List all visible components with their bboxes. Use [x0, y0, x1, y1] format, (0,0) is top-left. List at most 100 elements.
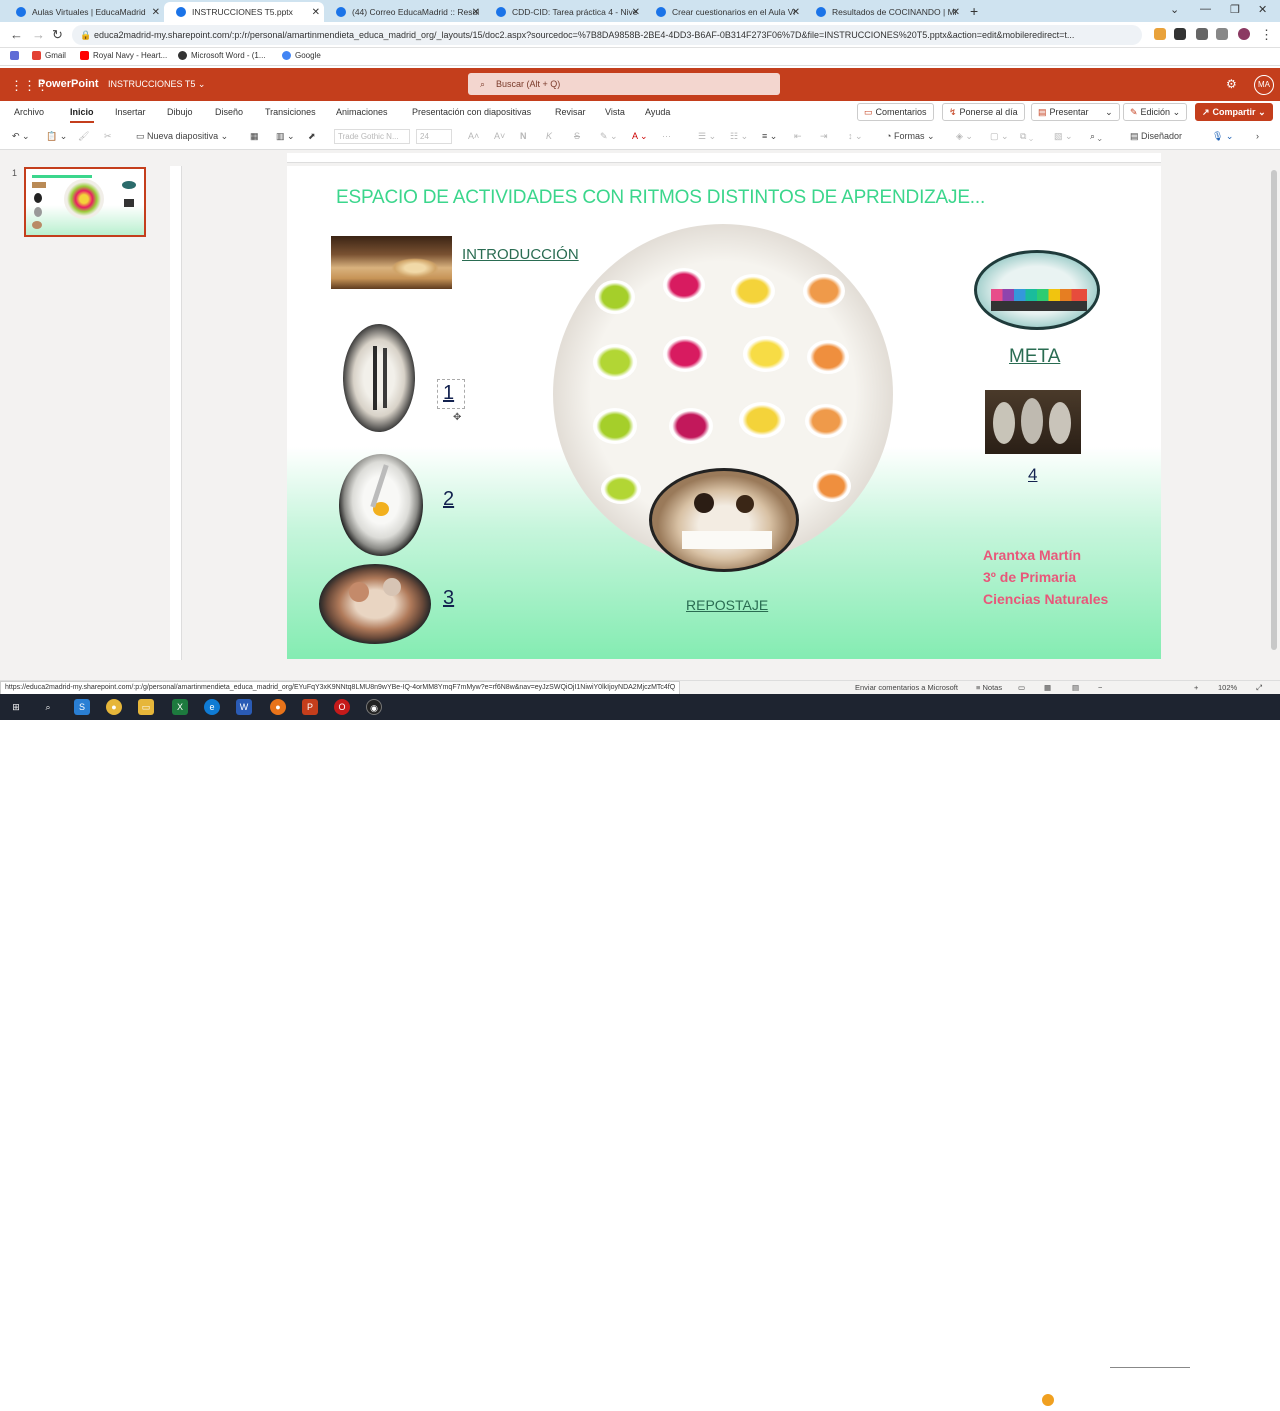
- zoom-in-icon[interactable]: +: [1194, 683, 1198, 692]
- activity-link-2[interactable]: 2: [443, 488, 454, 511]
- line-spacing-icon[interactable]: ↕ ⌄: [848, 131, 863, 142]
- intro-link[interactable]: INTRODUCCIÓN: [462, 246, 579, 263]
- tab-presentacion[interactable]: Presentación con diapositivas: [412, 107, 531, 117]
- back-icon[interactable]: ←: [10, 27, 23, 42]
- author-credit[interactable]: Arantxa Martín 3º de Primaria Ciencias N…: [983, 544, 1108, 610]
- avatar[interactable]: MA: [1254, 75, 1274, 95]
- browser-tab-active[interactable]: INSTRUCCIONES T5.pptx ✕: [164, 2, 324, 22]
- app-name[interactable]: PowerPoint: [38, 78, 99, 90]
- activity-link-1[interactable]: 1: [443, 382, 454, 405]
- fit-slide-icon[interactable]: ⤢: [1256, 683, 1262, 693]
- meta-link[interactable]: META: [1009, 346, 1060, 368]
- font-name-select[interactable]: Trade Gothic N...: [334, 129, 410, 144]
- zoom-slider[interactable]: [1110, 1367, 1190, 1368]
- undo-icon[interactable]: ↶ ⌄: [12, 131, 30, 142]
- activity-link-4[interactable]: 4: [1028, 465, 1037, 485]
- minimize-icon[interactable]: —: [1200, 3, 1211, 15]
- weather-text[interactable]: 27°C Soleado: [1062, 1396, 1111, 1405]
- tab-transiciones[interactable]: Transiciones: [265, 107, 316, 117]
- feedback-link[interactable]: Enviar comentarios a Microsoft: [855, 683, 958, 692]
- media-icon[interactable]: [1196, 28, 1208, 40]
- arrange-icon[interactable]: ⧉ ⌄: [1020, 131, 1033, 142]
- tab-ayuda[interactable]: Ayuda: [645, 107, 670, 117]
- tab-diseno[interactable]: Diseño: [215, 107, 243, 117]
- obs-icon[interactable]: ◉: [366, 699, 382, 715]
- restore-icon[interactable]: ❐: [1230, 3, 1240, 16]
- search-icon[interactable]: ⌕: [40, 699, 56, 715]
- children-photo[interactable]: [649, 468, 799, 572]
- gear-icon[interactable]: ⚙: [1226, 77, 1237, 91]
- find-icon[interactable]: ⌕ ⌄: [1090, 131, 1102, 142]
- clock-time[interactable]: 20:04: [1212, 1391, 1232, 1400]
- extension-icon[interactable]: [1154, 28, 1166, 40]
- activity-link-3[interactable]: 3: [443, 587, 454, 610]
- profile-icon[interactable]: [1238, 28, 1250, 40]
- font-size-select[interactable]: 24: [416, 129, 452, 144]
- windows-start-icon[interactable]: ⊞: [8, 699, 24, 715]
- grow-font-icon[interactable]: A˄: [468, 131, 479, 141]
- notifications-icon[interactable]: ▭: [1254, 1394, 1263, 1405]
- search-box[interactable]: ⌕ Buscar (Alt + Q): [468, 73, 780, 95]
- tray-chevron-icon[interactable]: ⌃: [1136, 1396, 1143, 1405]
- share-button[interactable]: ↗ Compartir ⌄: [1195, 103, 1273, 121]
- layout-icon[interactable]: ▦: [250, 131, 259, 142]
- sorter-view-icon[interactable]: ▦: [1044, 683, 1051, 692]
- slide-thumbnail[interactable]: [24, 167, 146, 237]
- align-icon[interactable]: ≡ ⌄: [762, 131, 777, 142]
- skype-icon[interactable]: S: [74, 699, 90, 715]
- keyboard-icon[interactable]: ⌨: [1190, 1396, 1202, 1405]
- crayons-photo[interactable]: [974, 250, 1100, 330]
- folder-icon[interactable]: ▭: [138, 699, 154, 715]
- excel-icon[interactable]: X: [172, 699, 188, 715]
- bookmark-word[interactable]: Microsoft Word - (1...: [178, 51, 266, 60]
- tab-archivo[interactable]: Archivo: [14, 107, 44, 117]
- zoom-level[interactable]: 102%: [1218, 683, 1237, 692]
- close-icon[interactable]: ✕: [312, 7, 320, 18]
- browser-tab[interactable]: CDD-CID: Tarea práctica 4 - Nive ✕: [484, 2, 644, 22]
- editing-mode-button[interactable]: ✎ Edición ⌄: [1123, 103, 1188, 121]
- comments-button[interactable]: ▭ Comentarios: [857, 103, 934, 121]
- bookmark-gmail[interactable]: Gmail: [32, 51, 66, 60]
- chevron-down-icon[interactable]: ⌄: [1170, 3, 1179, 16]
- repostaje-link[interactable]: REPOSTAJE: [686, 597, 768, 613]
- baking-photo[interactable]: [319, 564, 431, 644]
- browser-tab[interactable]: Resultados de COCINANDO | Mi ✕: [804, 2, 964, 22]
- new-tab-icon[interactable]: +: [970, 3, 978, 19]
- quick-styles-icon[interactable]: ▧ ⌄: [1054, 131, 1073, 142]
- whisk-photo[interactable]: [339, 454, 423, 556]
- close-icon[interactable]: ✕: [632, 7, 640, 18]
- italic-icon[interactable]: K: [546, 131, 552, 141]
- forward-icon[interactable]: →: [32, 27, 45, 42]
- slide-title[interactable]: ESPACIO DE ACTIVIDADES CON RITMOS DISTIN…: [336, 187, 985, 209]
- shape-fill-icon[interactable]: ◈ ⌄: [956, 131, 973, 142]
- paste-icon[interactable]: 📋 ⌄: [46, 131, 67, 142]
- tab-dibujo[interactable]: Dibujo: [167, 107, 193, 117]
- normal-view-icon[interactable]: ▭: [1018, 683, 1025, 692]
- reading-view-icon[interactable]: ▤: [1072, 683, 1079, 692]
- bold-icon[interactable]: N: [520, 131, 527, 141]
- decrease-indent-icon[interactable]: ⇤: [794, 131, 802, 142]
- tab-animaciones[interactable]: Animaciones: [336, 107, 388, 117]
- zoom-out-icon[interactable]: −: [1098, 683, 1102, 692]
- dictate-icon[interactable]: 🎙 ⌄: [1212, 131, 1233, 142]
- chrome-icon[interactable]: ●: [106, 699, 122, 715]
- close-icon[interactable]: ✕: [792, 7, 800, 18]
- bullets-icon[interactable]: ☰ ⌄: [698, 131, 716, 142]
- cutlery-photo[interactable]: [343, 324, 415, 432]
- puzzle-icon[interactable]: [1174, 28, 1186, 40]
- section-icon[interactable]: ▥ ⌄: [276, 131, 295, 142]
- browser-tab[interactable]: (44) Correo EducaMadrid :: Resul ✕: [324, 2, 484, 22]
- shape-outline-icon[interactable]: ▢ ⌄: [990, 131, 1009, 142]
- highlight-icon[interactable]: ✎ ⌄: [600, 131, 618, 142]
- browser-tab[interactable]: Crear cuestionarios en el Aula Vi ✕: [644, 2, 804, 22]
- slide-canvas[interactable]: ESPACIO DE ACTIVIDADES CON RITMOS DISTIN…: [287, 166, 1161, 659]
- bookmark-google[interactable]: Google: [282, 51, 321, 60]
- numbering-icon[interactable]: ☷ ⌄: [730, 131, 748, 142]
- close-window-icon[interactable]: ✕: [1258, 3, 1267, 16]
- notes-button[interactable]: ≡ Notas: [976, 683, 1002, 692]
- opera-icon[interactable]: O: [334, 699, 350, 715]
- fish-photo[interactable]: [985, 390, 1081, 454]
- clock-date[interactable]: 12/06/2023: [1202, 1402, 1242, 1411]
- bookmark[interactable]: [10, 51, 23, 60]
- document-title[interactable]: INSTRUCCIONES T5 ⌄: [108, 79, 205, 90]
